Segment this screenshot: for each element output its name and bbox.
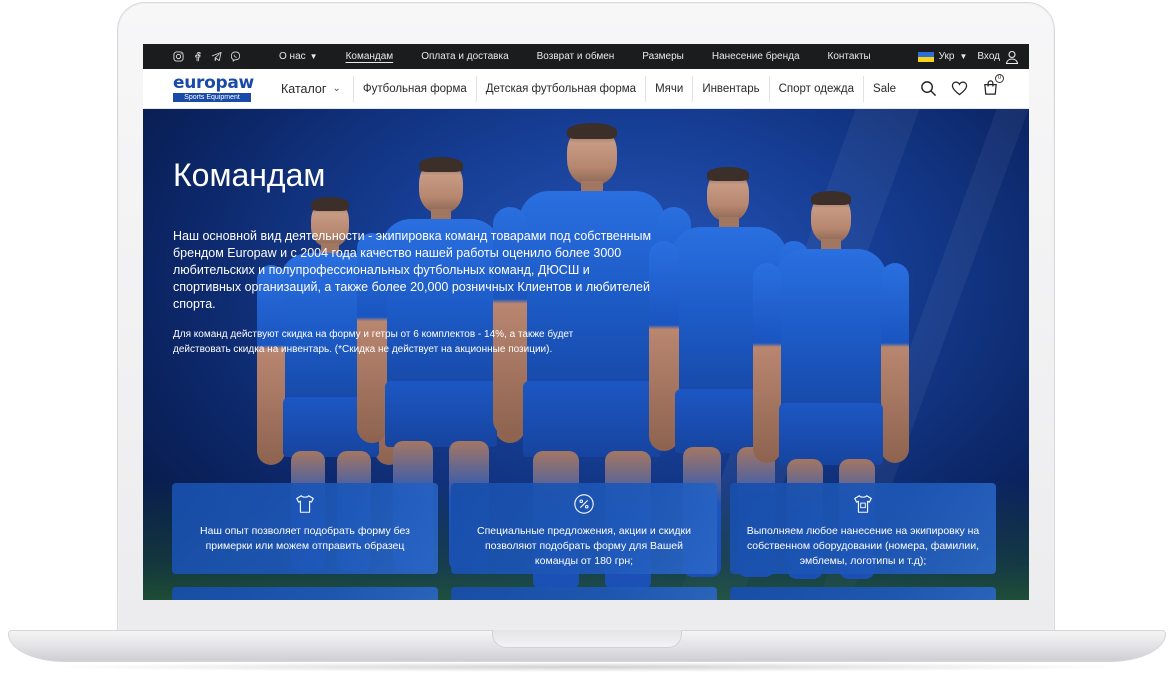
benefit-cards-next-row [172,587,996,600]
catalog-label: Каталог [281,81,327,96]
telegram-icon[interactable] [211,51,222,62]
hero-text: Командам Наш основной вид деятельности -… [173,157,653,357]
login-link[interactable]: Вход [977,50,1019,64]
topnav-payment-delivery-label: Оплата и доставка [421,51,509,62]
benefit-cards: Наш опыт позволяет подобрать форму без п… [172,483,996,574]
tshirt-icon [296,495,314,513]
topnav-about-label: О нас [279,51,306,62]
login-label: Вход [977,51,1000,62]
language-selector[interactable]: Укр ▼ [917,51,968,62]
topnav-returns[interactable]: Возврат и обмен [537,51,615,62]
top-bar-right: Укр ▼ Вход [917,50,1019,64]
benefit-card [172,587,438,600]
topnav-returns-label: Возврат и обмен [536,51,615,62]
top-bar: О нас ▼ Командам Оплата и доставка Возвр… [143,44,1029,69]
category-sale[interactable]: Sale [864,76,905,102]
hero-section: Командам Наш основной вид деятельности -… [143,109,1029,600]
benefit-card: Наш опыт позволяет подобрать форму без п… [172,483,438,574]
user-icon [1005,50,1019,64]
benefit-card: Выполняем любое нанесение на экипировку … [730,483,996,574]
topnav-branding-label: Нанесение бренда [711,51,800,62]
top-navigation: О нас ▼ Командам Оплата и доставка Возвр… [279,51,899,62]
topnav-payment-delivery[interactable]: Оплата и доставка [421,51,508,62]
benefit-card [730,587,996,600]
laptop-notch [492,630,682,648]
cart-button[interactable]: 0 [982,73,1004,99]
laptop-shadow [40,662,1132,672]
caret-down-icon: ▼ [309,52,318,61]
hero-description: Наш основной вид деятельности - экипиров… [173,229,652,311]
category-links: Футбольная форма Детская футбольная форм… [354,75,905,102]
category-kids-football-kit[interactable]: Детская футбольная форма [477,75,647,102]
topnav-contacts[interactable]: Контакты [828,51,871,62]
social-links [173,51,253,62]
category-football-kit[interactable]: Футбольная форма [354,75,477,102]
percent-icon [574,494,594,514]
category-sportswear[interactable]: Спорт одежда [770,75,865,102]
logo-tagline: Sports Equipment [173,93,251,102]
ukraine-flag-icon [917,51,934,62]
topnav-sizes[interactable]: Размеры [642,51,684,62]
cart-count-badge: 0 [995,73,1004,83]
topnav-teams-label: Командам [345,51,394,62]
main-navigation: europaw Sports Equipment Каталог ⌄ Футбо… [143,69,1029,109]
catalog-menu-button[interactable]: Каталог ⌄ [281,75,354,102]
benefit-card: Специальные предложения, акции и скидки … [451,483,717,574]
printed-tshirt-icon [854,495,872,513]
hero-discount-note: Для команд действуют скидка на форму и г… [173,329,574,355]
benefit-text: Выполняем любое нанесение на экипировку … [746,525,980,567]
benefit-text: Специальные предложения, акции и скидки … [477,525,691,567]
topnav-about[interactable]: О нас ▼ [279,51,318,62]
topnav-branding[interactable]: Нанесение бренда [712,51,800,62]
category-equipment[interactable]: Инвентарь [693,75,770,102]
caret-down-icon: ▼ [959,52,968,61]
facebook-icon[interactable] [192,51,203,62]
header-actions: 0 [920,73,1004,99]
viber-icon[interactable] [230,51,241,62]
laptop-screen: О нас ▼ Командам Оплата и доставка Возвр… [143,44,1029,600]
logo[interactable]: europaw Sports Equipment [173,73,254,102]
page-title: Командам [173,157,326,193]
language-label: Укр [938,51,955,62]
topnav-sizes-label: Размеры [642,51,684,62]
heart-icon[interactable] [951,80,968,97]
benefit-card [451,587,717,600]
instagram-icon[interactable] [173,51,184,62]
search-icon[interactable] [920,80,937,97]
logo-text: europaw [173,73,254,93]
topnav-teams[interactable]: Командам [346,51,394,62]
chevron-down-icon: ⌄ [332,83,341,94]
category-balls[interactable]: Мячи [646,75,694,102]
topnav-contacts-label: Контакты [827,51,871,62]
benefit-text: Наш опыт позволяет подобрать форму без п… [200,525,410,552]
